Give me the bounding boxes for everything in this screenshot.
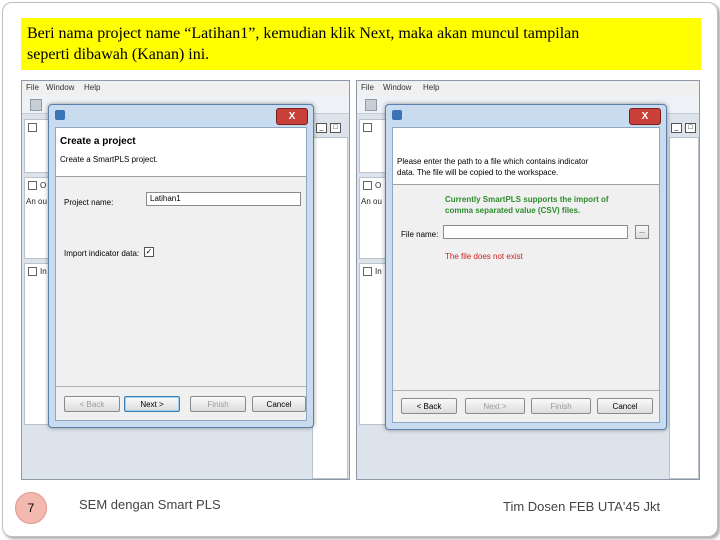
dialog-header: Create a project Create a SmartPLS proje… — [56, 128, 306, 177]
create-project-dialog: X Create a project Create a SmartPLS pro… — [48, 104, 314, 428]
instruction-line-2: seperti dibawah (Kanan) ini. — [27, 46, 210, 63]
footer-course-title: SEM dengan Smart PLS — [79, 497, 221, 512]
dialog-instructions: Please enter the path to a file which co… — [397, 156, 588, 178]
ide-pane-editor-2 — [669, 137, 699, 479]
pane-label-in: In — [40, 267, 47, 276]
cancel-button-2[interactable]: Cancel — [597, 398, 653, 414]
import-indicator-label: Import indicator data: — [64, 249, 140, 258]
project-name-label: Project name: — [64, 198, 114, 207]
dialog-titlebar[interactable]: X — [49, 105, 313, 125]
close-icon-2[interactable]: X — [629, 108, 661, 125]
smartpls-app-icon-2 — [392, 110, 402, 120]
ide-menubar-2: File Window Help — [357, 81, 699, 95]
next-button[interactable]: Next > — [124, 396, 180, 412]
slide-number: 7 — [15, 492, 47, 524]
instruction-line-1: Beri nama project name “Latihan1”, kemud… — [27, 25, 580, 42]
file-name-input[interactable] — [443, 225, 628, 239]
footer-author: Tim Dosen FEB UTA'45 Jkt — [503, 499, 661, 514]
dialog-separator — [56, 386, 306, 387]
ide-pane-editor — [312, 137, 348, 479]
csv-info-line-2: comma separated value (CSV) files. — [445, 206, 581, 215]
finish-button[interactable]: Finish — [190, 396, 246, 412]
ide-menubar: File Window Help — [22, 81, 349, 95]
dialog-body: Create a project Create a SmartPLS proje… — [55, 127, 307, 421]
save-icon[interactable] — [30, 99, 42, 111]
minimize-icon[interactable]: _ — [316, 123, 327, 133]
import-data-dialog: X Please enter the path to a file which … — [385, 104, 667, 430]
close-icon[interactable]: X — [276, 108, 308, 125]
file-name-label: File name: — [401, 230, 439, 239]
pane-checkbox-icon-5[interactable] — [363, 181, 372, 190]
csv-info-message: Currently SmartPLS supports the import o… — [445, 194, 609, 216]
next-button-2[interactable]: Next > — [465, 398, 525, 414]
instruction-text: Beri nama project name “Latihan1”, kemud… — [27, 23, 697, 65]
dialog-header-title: Create a project — [60, 136, 136, 147]
pane-label-outline: O — [40, 181, 47, 190]
instruction-banner: Beri nama project name “Latihan1”, kemud… — [21, 18, 701, 70]
pane-checkbox-icon-2[interactable] — [28, 181, 37, 190]
menu-help-2[interactable]: Help — [423, 83, 439, 92]
pane-checkbox-icon-3[interactable] — [28, 267, 37, 276]
pane-checkbox-icon-6[interactable] — [363, 267, 372, 276]
menu-file[interactable]: File — [26, 83, 39, 92]
menu-file-2[interactable]: File — [361, 83, 374, 92]
import-indicator-checkbox[interactable]: ✓ — [144, 247, 154, 257]
maximize-icon-2[interactable]: □ — [685, 123, 696, 133]
finish-button-2[interactable]: Finish — [531, 398, 591, 414]
instruction-line-b: data. The file will be copied to the wor… — [397, 168, 559, 177]
ide-pane-indicators-2 — [359, 263, 387, 425]
menu-window[interactable]: Window — [46, 83, 74, 92]
file-error-message: The file does not exist — [445, 252, 523, 261]
pane-label-outline-2: O — [375, 181, 382, 190]
pane-checkbox-icon-4[interactable] — [363, 123, 372, 132]
minimize-icon-2[interactable]: _ — [671, 123, 682, 133]
menu-window-2[interactable]: Window — [383, 83, 411, 92]
instruction-line-a: Please enter the path to a file which co… — [397, 157, 589, 166]
save-icon-2[interactable] — [365, 99, 377, 111]
pane-label-in-2: In — [375, 267, 382, 276]
dialog-separator-2 — [393, 390, 659, 391]
maximize-icon[interactable]: □ — [330, 123, 341, 133]
menu-help[interactable]: Help — [84, 83, 100, 92]
pane-label-anou-2: An ou — [361, 197, 382, 206]
dialog-header-subtitle: Create a SmartPLS project. — [60, 155, 158, 164]
back-button-2[interactable]: < Back — [401, 398, 457, 414]
pane-checkbox-icon[interactable] — [28, 123, 37, 132]
dialog-header-2: Please enter the path to a file which co… — [393, 128, 659, 185]
smartpls-app-icon — [55, 110, 65, 120]
csv-info-line-1: Currently SmartPLS supports the import o… — [445, 195, 609, 204]
back-button[interactable]: < Back — [64, 396, 120, 412]
pane-label-anou: An ou — [26, 197, 47, 206]
dialog-body-2: Please enter the path to a file which co… — [392, 127, 660, 423]
project-name-input[interactable] — [146, 192, 301, 206]
cancel-button[interactable]: Cancel — [252, 396, 306, 412]
browse-button[interactable]: ... — [635, 225, 649, 239]
dialog-titlebar-2[interactable]: X — [386, 105, 666, 125]
